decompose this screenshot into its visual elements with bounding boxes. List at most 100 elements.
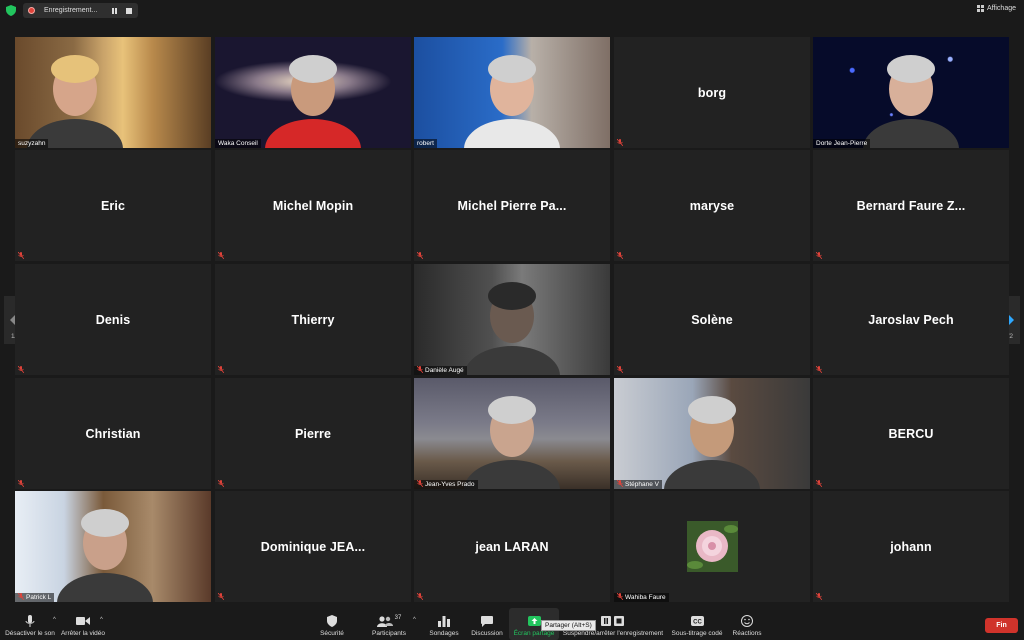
audio-options-chevron-icon[interactable]: ^ — [53, 617, 56, 623]
stop-video-button[interactable]: Arrêter la vidéo — [60, 608, 106, 640]
participant-tile[interactable]: robert — [414, 37, 610, 148]
stop-recording-icon[interactable] — [126, 7, 132, 14]
security-button[interactable]: Sécurité — [316, 608, 348, 640]
muted-microphone-icon — [617, 366, 623, 373]
muted-microphone-icon — [417, 366, 423, 373]
participant-name: Jaroslav Pech — [868, 312, 954, 327]
participant-tile[interactable]: borg — [614, 37, 810, 148]
polls-button[interactable]: Sondages — [428, 608, 460, 640]
participant-tile[interactable]: Michel Pierre Pa... — [414, 150, 610, 261]
participants-options-chevron-icon[interactable]: ^ — [413, 617, 416, 623]
view-label: Affichage — [986, 5, 1016, 12]
participant-name: Eric — [100, 198, 126, 213]
polls-label: Sondages — [429, 630, 459, 637]
meeting-toolbar: Désactiver le son ^ Arrêter la vidéo ^ S… — [0, 608, 1024, 640]
participant-tile[interactable]: suzyzahn — [15, 37, 211, 148]
participants-button[interactable]: 37 Participants — [368, 608, 410, 640]
participants-count: 37 — [394, 615, 402, 621]
muted-microphone-icon — [417, 593, 423, 600]
reactions-label: Réactions — [732, 630, 762, 637]
svg-text:CC: CC — [693, 620, 702, 626]
muted-microphone-icon — [617, 139, 623, 146]
view-button[interactable]: Affichage — [976, 5, 1016, 12]
participant-tile[interactable]: Dominique JEA... — [215, 491, 411, 602]
muted-microphone-icon — [816, 480, 822, 487]
end-meeting-button[interactable]: Fin — [985, 618, 1018, 633]
chat-bubble-icon — [481, 614, 493, 628]
muted-microphone-icon — [18, 480, 24, 487]
recording-label: Enregistrement... — [44, 7, 98, 14]
polls-chart-icon — [438, 614, 450, 628]
captions-label: Sous-titrage codé — [671, 630, 723, 637]
grid-view-icon — [976, 5, 984, 12]
muted-microphone-icon — [617, 480, 623, 487]
shield-icon[interactable] — [6, 5, 16, 16]
participant-name: BERCU — [888, 426, 934, 441]
participant-tile[interactable]: BERCU — [813, 378, 1009, 489]
participant-name: Michel Pierre Pa... — [457, 198, 567, 213]
muted-microphone-icon — [18, 366, 24, 373]
participant-tile[interactable]: Danièle Augé — [414, 264, 610, 375]
participant-name: borg — [697, 85, 727, 100]
mute-button[interactable]: Désactiver le son — [5, 608, 55, 640]
muted-microphone-icon — [18, 252, 24, 259]
participant-tile[interactable]: Patrick L — [15, 491, 211, 602]
pause-stop-recording-icon — [601, 614, 625, 628]
chat-button[interactable]: Discussion — [470, 608, 504, 640]
participant-tile[interactable]: Wahiba Faure — [614, 491, 810, 602]
muted-microphone-icon — [218, 593, 224, 600]
chat-label: Discussion — [471, 630, 503, 637]
mute-label: Désactiver le son — [5, 630, 55, 637]
pause-recording-icon[interactable] — [112, 7, 117, 14]
participant-name: Michel Mopin — [272, 198, 354, 213]
participant-tile[interactable]: Thierry — [215, 264, 411, 375]
share-label: Écran partagé — [513, 630, 555, 637]
muted-microphone-icon — [816, 252, 822, 259]
participant-tile[interactable]: Waka Conseil — [215, 37, 411, 148]
share-screen-icon — [527, 614, 541, 628]
participant-name: Christian — [85, 426, 141, 441]
participant-name: Pierre — [294, 426, 332, 441]
participant-tile[interactable]: Solène — [614, 264, 810, 375]
participant-silhouette — [464, 396, 560, 489]
participant-silhouette — [664, 396, 760, 489]
video-options-chevron-icon[interactable]: ^ — [100, 617, 103, 623]
participant-name: Thierry — [291, 312, 335, 327]
participant-tile[interactable]: maryse — [614, 150, 810, 261]
participant-label: Waka Conseil — [215, 139, 261, 148]
participant-tile[interactable]: johann — [813, 491, 1009, 602]
muted-microphone-icon — [218, 366, 224, 373]
captions-button[interactable]: CC Sous-titrage codé — [670, 608, 724, 640]
participant-silhouette — [265, 55, 361, 148]
participant-tile[interactable]: Michel Mopin — [215, 150, 411, 261]
participant-tile[interactable]: Christian — [15, 378, 211, 489]
video-camera-icon — [76, 614, 90, 628]
microphone-icon — [25, 614, 35, 628]
participant-name: Bernard Faure Z... — [856, 198, 966, 213]
reactions-button[interactable]: Réactions — [731, 608, 763, 640]
participant-name: Dominique JEA... — [260, 539, 366, 554]
participant-tile[interactable]: Jean-Yves Prado — [414, 378, 610, 489]
stop-video-label: Arrêter la vidéo — [60, 630, 106, 637]
participant-name: maryse — [689, 198, 735, 213]
participant-silhouette — [863, 55, 959, 148]
participant-name: Solène — [691, 312, 733, 327]
participant-tile[interactable]: Denis — [15, 264, 211, 375]
participant-tile[interactable]: Eric — [15, 150, 211, 261]
participant-tile[interactable]: Dorte Jean-Pierre — [813, 37, 1009, 148]
muted-microphone-icon — [816, 366, 822, 373]
security-label: Sécurité — [320, 630, 344, 637]
participant-tile[interactable]: jean LARAN — [414, 491, 610, 602]
participant-tile[interactable]: Bernard Faure Z... — [813, 150, 1009, 261]
participant-tile[interactable]: Stéphane V — [614, 378, 810, 489]
muted-microphone-icon — [617, 252, 623, 259]
share-tooltip: Partager (Alt+S) — [541, 620, 596, 631]
participant-label: Jean-Yves Prado — [414, 480, 478, 489]
top-bar: Enregistrement... Affichage — [0, 0, 1024, 22]
participant-silhouette — [27, 55, 123, 148]
participant-tile[interactable]: Pierre — [215, 378, 411, 489]
participants-icon: 37 — [376, 614, 402, 628]
smiley-reaction-icon — [741, 614, 753, 628]
muted-microphone-icon — [218, 252, 224, 259]
participant-tile[interactable]: Jaroslav Pech — [813, 264, 1009, 375]
